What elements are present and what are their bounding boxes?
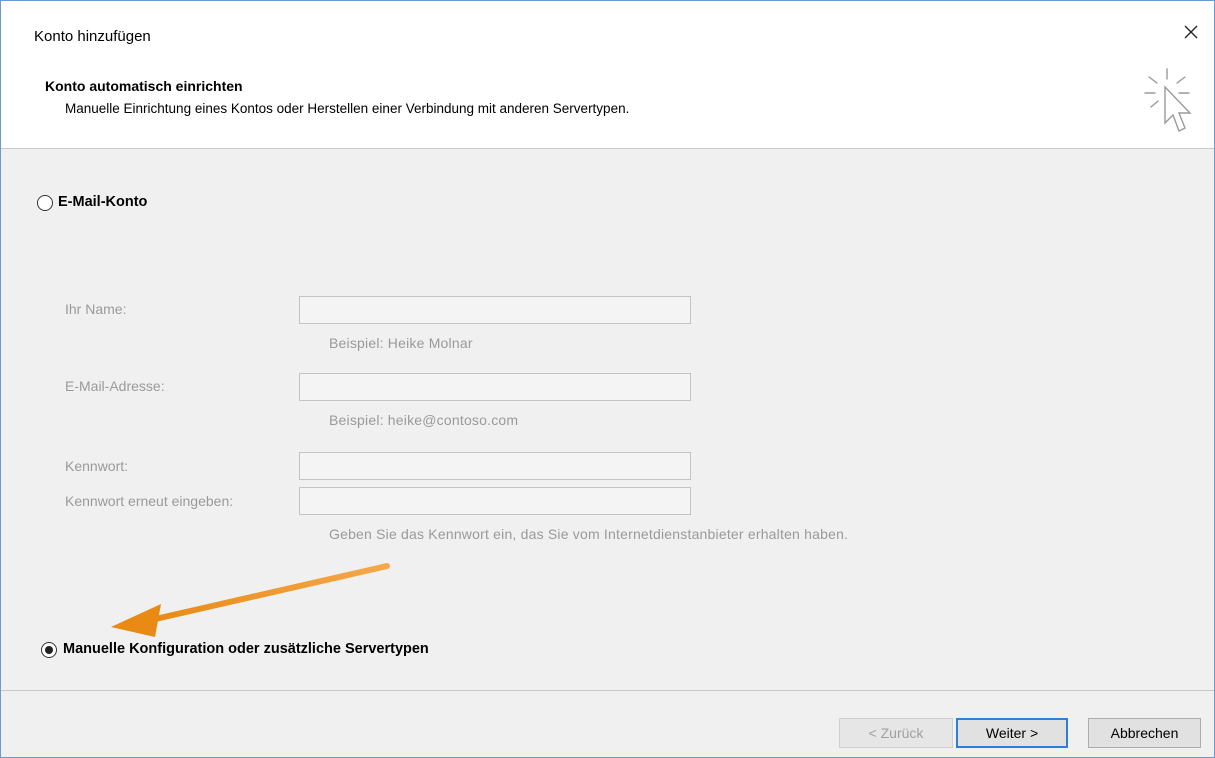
button-bar: < Zurück Weiter > Abbrechen [1, 691, 1214, 757]
close-button[interactable] [1168, 15, 1214, 49]
email-hint: Beispiel: heike@contoso.com [329, 412, 519, 428]
cursor-sparkle-icon [1144, 68, 1192, 132]
name-hint: Beispiel: Heike Molnar [329, 335, 473, 351]
back-button[interactable]: < Zurück [839, 718, 953, 748]
name-input[interactable] [299, 296, 691, 324]
password-label: Kennwort: [65, 458, 129, 474]
header-subtitle: Manuelle Einrichtung eines Kontos oder H… [65, 101, 630, 116]
wizard-content: E-Mail-Konto Ihr Name: Beispiel: Heike M… [1, 149, 1214, 690]
title-bar: Konto hinzufügen [1, 1, 1214, 49]
password-repeat-input[interactable] [299, 487, 691, 515]
password-hint: Geben Sie das Kennwort ein, das Sie vom … [329, 526, 849, 542]
password-input[interactable] [299, 452, 691, 480]
dialog-window: Konto hinzufügen Konto automatisch einri… [0, 0, 1215, 758]
cancel-button[interactable]: Abbrechen [1088, 718, 1201, 748]
email-account-radio[interactable] [37, 195, 53, 211]
email-account-label[interactable]: E-Mail-Konto [58, 194, 147, 210]
header-title: Konto automatisch einrichten [45, 78, 243, 94]
password-repeat-label: Kennwort erneut eingeben: [65, 493, 234, 509]
radio-selected-dot [45, 646, 53, 654]
wizard-header: Konto automatisch einrichten Manuelle Ei… [1, 49, 1214, 148]
manual-config-radio[interactable] [41, 642, 57, 658]
name-label: Ihr Name: [65, 301, 127, 317]
email-label: E-Mail-Adresse: [65, 378, 165, 394]
manual-config-label[interactable]: Manuelle Konfiguration oder zusätzliche … [63, 641, 429, 657]
email-input[interactable] [299, 373, 691, 401]
window-title: Konto hinzufügen [34, 28, 151, 45]
next-button[interactable]: Weiter > [956, 718, 1068, 748]
close-icon [1184, 25, 1198, 39]
